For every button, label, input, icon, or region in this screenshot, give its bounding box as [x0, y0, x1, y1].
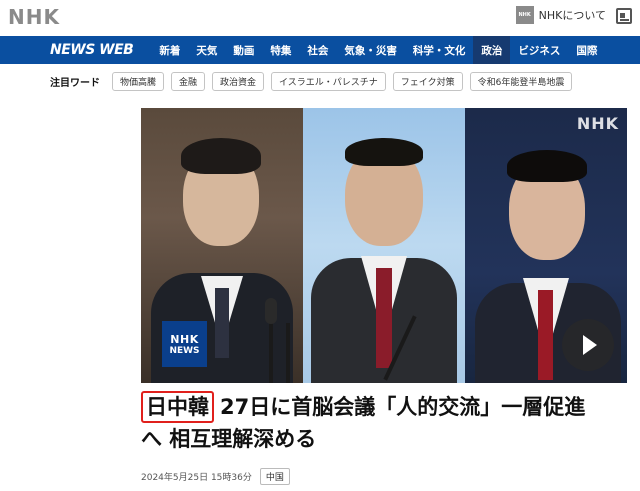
trend-chip[interactable]: 政治資金: [212, 71, 265, 91]
badge-bottom-text: NEWS: [169, 345, 200, 356]
nav-item-international[interactable]: 国際: [568, 36, 605, 64]
top-bar: NHK NHK NHKについて: [0, 0, 640, 36]
trend-chip[interactable]: イスラエル・パレスチナ: [271, 71, 386, 91]
about-nhk-label: NHKについて: [538, 9, 606, 22]
nav-item-features[interactable]: 特集: [262, 36, 299, 64]
document-icon[interactable]: [616, 8, 632, 24]
publish-date: 2024年5月25日 15時36分: [141, 473, 252, 483]
nav-item-video[interactable]: 動画: [225, 36, 262, 64]
trend-chip[interactable]: フェイク対策: [392, 71, 463, 91]
headline-line1: 27日に首脳会議「人的交流」一層促進: [220, 395, 586, 419]
nhk-news-badge: NHK NEWS: [162, 321, 207, 367]
headline-line2: へ 相互理解深める: [141, 427, 317, 451]
nav-item-weather[interactable]: 天気: [188, 36, 225, 64]
nhk-logo[interactable]: NHK: [8, 5, 60, 29]
play-icon[interactable]: [562, 319, 614, 371]
trend-chip[interactable]: 令和6年能登半島地震: [469, 71, 573, 91]
headline-highlight: 日中韓: [141, 391, 214, 423]
article-headline: 日中韓 27日に首脳会議「人的交流」一層促進 へ 相互理解深める: [141, 391, 631, 455]
article-hero-video[interactable]: NHK NHK NEWS: [141, 108, 627, 383]
nav-item-politics[interactable]: 政治: [473, 36, 511, 64]
nhk-watermark: NHK: [576, 114, 619, 133]
trend-chip[interactable]: 物価高騰: [112, 71, 165, 91]
category-tag[interactable]: 中国: [259, 468, 290, 485]
nhk-badge-icon: NHK: [515, 6, 534, 24]
leader-photo-center: [303, 108, 465, 383]
badge-top-text: NHK: [170, 332, 199, 346]
trend-chip[interactable]: 金融: [171, 71, 206, 91]
nav-item-science[interactable]: 科学・文化: [405, 36, 474, 64]
trending-label: 注目ワード: [50, 77, 100, 89]
news-web-brand[interactable]: NEWS WEB: [50, 42, 134, 58]
main-nav: NEWS WEB 新着 天気 動画 特集 社会 気象・災害 科学・文化 政治 ビ…: [0, 36, 640, 64]
trending-words-bar: 注目ワード 物価高騰 金融 政治資金 イスラエル・パレスチナ フェイク対策 令和…: [0, 64, 640, 98]
about-nhk-link[interactable]: NHK NHKについて: [515, 6, 606, 24]
article-meta: 2024年5月25日 15時36分 中国: [141, 468, 290, 485]
nav-item-society[interactable]: 社会: [299, 36, 336, 64]
nav-item-new[interactable]: 新着: [151, 36, 188, 64]
nav-item-business[interactable]: ビジネス: [510, 36, 568, 64]
nav-item-disaster[interactable]: 気象・災害: [336, 36, 405, 64]
